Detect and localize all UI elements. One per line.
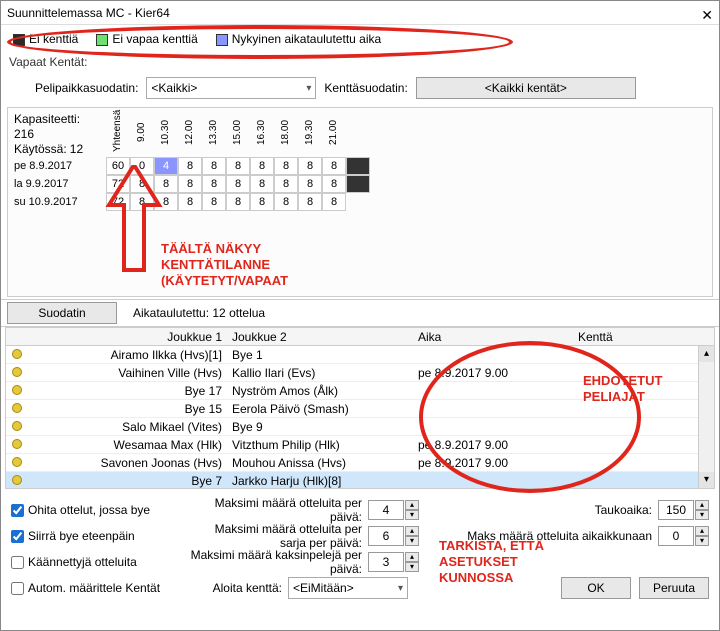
capacity-cell[interactable]: 4 [154, 157, 178, 175]
col-court[interactable]: Kenttä [578, 330, 668, 344]
status-dot-icon [12, 457, 22, 467]
max-doubles-spinner[interactable]: ▴▾ [368, 552, 419, 572]
chevron-down-icon: ▾ [306, 83, 311, 94]
capacity-row: la 9.9.201772888888888 [14, 175, 706, 193]
cancel-button[interactable]: Peruuta [639, 577, 709, 599]
capacity-cell[interactable]: 8 [298, 175, 322, 193]
col-team2[interactable]: Joukkue 2 [228, 330, 418, 344]
close-icon[interactable]: ✕ [701, 3, 713, 27]
scroll-up-icon[interactable]: ▴ [699, 346, 714, 362]
table-row[interactable]: Wesamaa Max (Hlk)Vitzthum Philip (Hlk)pe… [6, 436, 714, 454]
status-dot-icon [12, 385, 22, 395]
window-title: Suunnittelemassa MC - Kier64 [7, 6, 170, 20]
chevron-down-icon: ▾ [398, 583, 403, 594]
table-row[interactable]: Savonen Joonas (Hvs)Mouhou Anissa (Hvs)p… [6, 454, 714, 472]
capacity-cell[interactable]: 8 [178, 193, 202, 211]
hour-header: 13.30 [202, 112, 226, 152]
legend-no-free: Ei vapaa kenttiä [112, 32, 197, 46]
auto-fields-checkbox[interactable] [11, 582, 24, 595]
status-dot-icon [12, 403, 22, 413]
capacity-cell[interactable]: 8 [250, 157, 274, 175]
court-filter-button[interactable]: <Kaikki kentät> [416, 77, 636, 99]
capacity-cell[interactable]: 8 [226, 175, 250, 193]
status-dot-icon [12, 421, 22, 431]
venue-filter-label: Pelipaikkasuodatin: [35, 81, 138, 95]
capacity-cell[interactable]: 8 [322, 175, 346, 193]
hour-header: 15.00 [226, 112, 250, 152]
hour-header: 21.00 [322, 112, 346, 152]
table-row[interactable]: Bye 15Eerola Päivö (Smash) [6, 400, 714, 418]
capacity-cell[interactable]: 8 [226, 193, 250, 211]
max-per-day-spinner[interactable]: ▴▾ [368, 500, 419, 520]
hour-header: 18.00 [274, 112, 298, 152]
total-column-header: Yhteensä [106, 112, 130, 152]
ok-button[interactable]: OK [561, 577, 631, 599]
capacity-cell[interactable]: 8 [178, 157, 202, 175]
capacity-cell[interactable]: 8 [130, 193, 154, 211]
capacity-row: su 10.9.201772888888888 [14, 193, 706, 211]
table-row[interactable]: Bye 17Nyström Amos (Ålk) [6, 382, 714, 400]
legend-no-fields: Ei kenttiä [29, 32, 78, 46]
capacity-cell[interactable]: 8 [274, 193, 298, 211]
swatch-no-fields [13, 34, 25, 46]
table-row[interactable]: Airamo Ilkka (Hvs)[1]Bye 1 [6, 346, 714, 364]
col-team1[interactable]: Joukkue 1 [28, 330, 228, 344]
hour-header: 10.30 [154, 112, 178, 152]
capacity-cell[interactable]: 8 [202, 157, 226, 175]
capacity-cell[interactable]: 8 [298, 193, 322, 211]
free-fields-label: Vapaat Kentät: [1, 53, 719, 71]
capacity-cell[interactable]: 8 [322, 157, 346, 175]
filter-button[interactable]: Suodatin [7, 302, 117, 324]
capacity-cell[interactable]: 8 [274, 157, 298, 175]
legend-bar: Ei kenttiä Ei vapaa kenttiä Nykyinen aik… [1, 25, 719, 53]
capacity-cell[interactable]: 8 [298, 157, 322, 175]
status-dot-icon [12, 349, 22, 359]
capacity-cell[interactable]: 8 [202, 175, 226, 193]
col-time[interactable]: Aika [418, 330, 578, 344]
status-dot-icon [12, 475, 22, 485]
capacity-cell[interactable]: 0 [130, 157, 154, 175]
court-filter-label: Kenttäsuodatin: [324, 81, 407, 95]
scrollbar-vertical[interactable]: ▴ ▾ [698, 346, 714, 488]
swatch-current [216, 34, 228, 46]
capacity-grid: Kapasiteetti: 216 Käytössä: 12 Yhteensä … [7, 107, 713, 297]
max-per-series-spinner[interactable]: ▴▾ [368, 526, 419, 546]
status-dot-icon [12, 367, 22, 377]
hour-header: 19.30 [298, 112, 322, 152]
table-row[interactable]: Bye 7Jarkko Harju (Hlk)[8] [6, 472, 714, 489]
hour-header: 16.30 [250, 112, 274, 152]
status-dot-icon [12, 439, 22, 449]
legend-current: Nykyinen aikataulutettu aika [232, 32, 381, 46]
capacity-cell[interactable]: 8 [202, 193, 226, 211]
skip-bye-checkbox[interactable] [11, 504, 24, 517]
capacity-cell[interactable]: 8 [274, 175, 298, 193]
capacity-cell[interactable]: 8 [130, 175, 154, 193]
match-list: Joukkue 1 Joukkue 2 Aika Kenttä Airamo I… [5, 327, 715, 489]
table-row[interactable]: Salo Mikael (Vites)Bye 9 [6, 418, 714, 436]
inverted-checkbox[interactable] [11, 556, 24, 569]
capacity-cell[interactable]: 8 [250, 193, 274, 211]
table-row[interactable]: Vaihinen Ville (Hvs)Kallio Ilari (Evs)pe… [6, 364, 714, 382]
hour-header: 12.00 [178, 112, 202, 152]
scheduled-count: Aikataulutettu: 12 ottelua [133, 306, 265, 320]
capacity-cell[interactable]: 8 [250, 175, 274, 193]
capacity-cell[interactable]: 8 [154, 193, 178, 211]
capacity-cell[interactable]: 8 [322, 193, 346, 211]
break-time-spinner[interactable]: ▴▾ [658, 500, 709, 520]
capacity-info: Kapasiteetti: 216 Käytössä: 12 [14, 112, 106, 157]
swatch-no-free [96, 34, 108, 46]
capacity-cell[interactable]: 8 [178, 175, 202, 193]
capacity-cell[interactable]: 8 [226, 157, 250, 175]
max-simultaneous-spinner[interactable]: ▴▾ [658, 526, 709, 546]
capacity-row: pe 8.9.201760048888888 [14, 157, 706, 175]
hour-header: 9.00 [130, 112, 154, 152]
start-court-combo[interactable]: <EiMitään>▾ [288, 577, 408, 599]
scroll-down-icon[interactable]: ▾ [699, 472, 714, 488]
capacity-cell[interactable]: 8 [154, 175, 178, 193]
move-bye-checkbox[interactable] [11, 530, 24, 543]
venue-filter-combo[interactable]: <Kaikki>▾ [146, 77, 316, 99]
